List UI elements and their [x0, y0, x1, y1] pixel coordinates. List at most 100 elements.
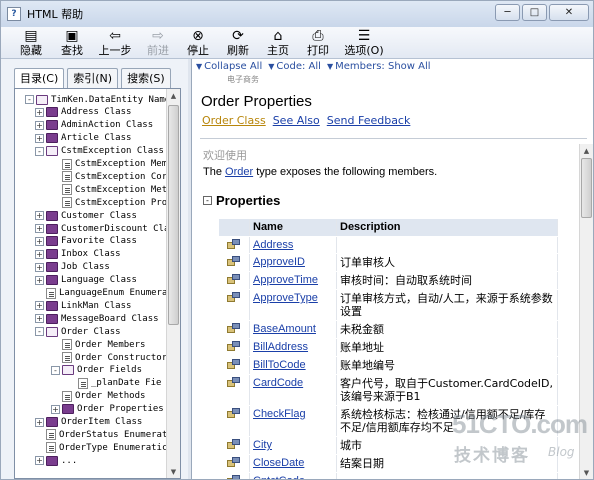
tree-item[interactable]: + Article Class: [35, 132, 131, 145]
tree-item[interactable]: + AdminAction Class: [35, 119, 153, 132]
tree-item[interactable]: + Inbox Class: [35, 248, 121, 261]
tree-item[interactable]: OrderType Enumeratic: [35, 441, 167, 454]
tree-item[interactable]: + LinkMan Class: [35, 299, 131, 312]
property-link[interactable]: BaseAmount: [253, 323, 316, 335]
tree-item[interactable]: + Customer Class: [35, 209, 137, 222]
tree-item[interactable]: + MessageBoard Class: [35, 312, 159, 325]
tree-item[interactable]: Order Members: [51, 338, 145, 351]
property-link[interactable]: City: [253, 439, 272, 451]
tree-item[interactable]: + OrderItem Class: [35, 416, 142, 429]
content-scrollbar[interactable]: ▲ ▼: [579, 144, 593, 479]
property-link[interactable]: BillAddress: [253, 341, 308, 353]
scroll-up-icon[interactable]: ▲: [167, 89, 180, 102]
close-button[interactable]: ✕: [549, 4, 589, 21]
send-feedback-link[interactable]: Send Feedback: [327, 114, 411, 127]
tree-scrollbar[interactable]: ▲ ▼: [166, 89, 180, 478]
tree-item[interactable]: + Favorite Class: [35, 235, 137, 248]
expand-icon[interactable]: +: [35, 456, 44, 466]
property-link[interactable]: BillToCode: [253, 359, 306, 371]
home-button[interactable]: ⌂ 主页: [264, 27, 292, 59]
tab-index[interactable]: 索引(N): [67, 68, 119, 88]
tree-item[interactable]: + Address Class: [35, 106, 131, 119]
table-row: Address: [219, 237, 558, 254]
print-button[interactable]: ⎙ 打印: [304, 27, 332, 59]
tab-contents[interactable]: 目录(C): [14, 68, 65, 89]
property-link[interactable]: CheckFlag: [253, 408, 306, 420]
expand-icon[interactable]: +: [35, 120, 44, 130]
property-link[interactable]: CloseDate: [253, 457, 304, 469]
collapse-all-link[interactable]: ▼ Collapse All: [196, 61, 262, 72]
tree-item[interactable]: + Order Properties: [51, 403, 164, 416]
expand-icon[interactable]: +: [35, 314, 44, 324]
tree-item[interactable]: + Language Class: [35, 274, 137, 287]
scroll-up-icon[interactable]: ▲: [580, 144, 593, 157]
tree-item[interactable]: LanguageEnum Enumera: [35, 287, 167, 300]
code-filter[interactable]: ▼ Code: All: [268, 61, 321, 72]
property-link[interactable]: Address: [253, 239, 293, 251]
collapse-section-icon[interactable]: -: [203, 196, 212, 205]
property-link[interactable]: ApproveType: [253, 292, 318, 304]
expand-icon[interactable]: +: [35, 262, 44, 272]
expand-icon[interactable]: +: [35, 211, 44, 221]
table-row: CheckFlag 系统检核标志：检核通过/信用额不足/库存不足/信用额库存均不足: [219, 406, 558, 437]
property-link[interactable]: CntctCode: [253, 475, 305, 479]
back-button[interactable]: ⇦ 上一步: [98, 27, 132, 59]
properties-section-header[interactable]: - Properties: [203, 193, 280, 208]
tree-item[interactable]: CstmException Met: [51, 183, 167, 196]
tree-item[interactable]: Order Constructor: [51, 351, 167, 364]
tree-item[interactable]: CstmException Cor: [51, 170, 167, 183]
expand-icon[interactable]: +: [35, 249, 44, 259]
tab-search[interactable]: 搜索(S): [121, 68, 171, 88]
collapse-icon[interactable]: -: [51, 365, 60, 375]
order-class-link[interactable]: Order Class: [202, 114, 266, 127]
expand-icon[interactable]: +: [35, 275, 44, 285]
options-button[interactable]: ☰ 选项(O): [344, 27, 384, 59]
scroll-down-icon[interactable]: ▼: [580, 466, 593, 479]
order-type-link[interactable]: Order: [225, 166, 253, 178]
tree-item[interactable]: + CustomerDiscount Cla: [35, 222, 169, 235]
collapse-icon[interactable]: -: [35, 146, 44, 156]
property-link[interactable]: ApproveTime: [253, 274, 318, 286]
tree-item-label: CustomerDiscount Cla: [61, 223, 170, 234]
collapse-icon[interactable]: -: [35, 327, 44, 337]
tree-item[interactable]: - Order Class: [35, 325, 121, 338]
scroll-down-icon[interactable]: ▼: [167, 465, 180, 478]
triangle-down-icon: ▼: [268, 61, 275, 71]
tree-scroll-thumb[interactable]: [168, 105, 179, 325]
expand-icon[interactable]: +: [35, 224, 44, 233]
refresh-button[interactable]: ⟳ 刷新: [224, 27, 252, 59]
members-filter[interactable]: ▼ Members: Show All: [327, 61, 431, 72]
property-description: 订单审核方式，自动/人工，来源于系统参数设置: [337, 290, 558, 320]
minimize-button[interactable]: ─: [495, 4, 520, 21]
maximize-button[interactable]: □: [522, 4, 547, 21]
tree-item[interactable]: Order Methods: [51, 390, 145, 403]
property-description: 审核时间：自动取系统时间: [337, 272, 558, 289]
forward-button[interactable]: ⇨ 前进: [144, 27, 172, 59]
expand-icon[interactable]: +: [35, 133, 44, 143]
help-app-icon: ?: [7, 7, 21, 21]
print-icon: ⎙: [312, 28, 324, 44]
tree-item[interactable]: - Order Fields: [51, 364, 142, 377]
tree-item[interactable]: - TimKen.DataEntity Names: [25, 93, 176, 106]
locate-button[interactable]: ▣ 查找: [58, 27, 86, 59]
stop-button[interactable]: ⊗ 停止: [184, 27, 212, 59]
hide-button[interactable]: ▤ 隐藏: [16, 27, 46, 59]
property-link[interactable]: ApproveID: [253, 256, 305, 268]
expand-icon[interactable]: +: [35, 107, 44, 117]
tree-item[interactable]: _planDate Fie: [67, 377, 161, 390]
tree-item[interactable]: CstmException Mem: [51, 158, 167, 171]
content-scroll-thumb[interactable]: [581, 158, 592, 218]
tree-item[interactable]: CstmException Pro: [51, 196, 167, 209]
property-link[interactable]: CardCode: [253, 377, 303, 389]
tree-item[interactable]: +...: [35, 454, 77, 467]
expand-icon[interactable]: +: [35, 301, 44, 311]
tree-item[interactable]: OrderStatus Enumerat: [35, 428, 167, 441]
collapse-icon[interactable]: -: [25, 95, 34, 104]
expand-icon[interactable]: +: [35, 417, 44, 427]
see-also-link[interactable]: See Also: [273, 114, 320, 127]
tree-item[interactable]: - CstmException Class: [35, 145, 164, 158]
tree-item[interactable]: + Job Class: [35, 261, 110, 274]
expand-icon[interactable]: +: [51, 404, 60, 414]
expand-icon[interactable]: +: [35, 236, 44, 246]
property-description: 账单地址: [337, 339, 558, 356]
